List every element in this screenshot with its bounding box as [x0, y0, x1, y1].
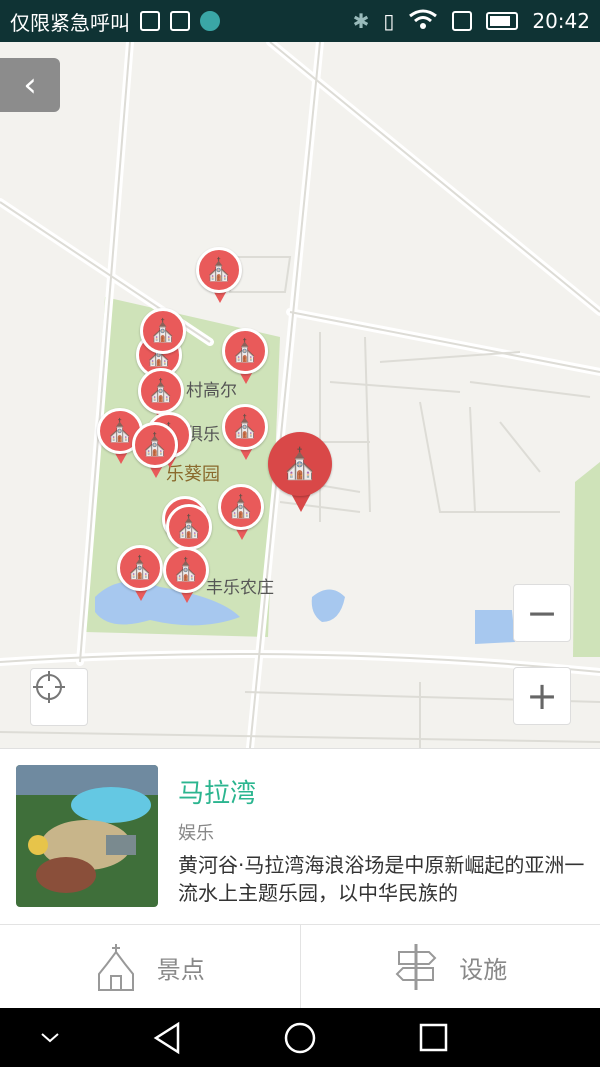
church-icon: ⛪ — [172, 557, 200, 583]
zoom-in-button[interactable]: + — [513, 667, 571, 725]
minus-icon: − — [526, 591, 558, 635]
vibrate-icon: ▯ — [383, 9, 395, 33]
poi-card[interactable]: 马拉湾 娱乐 黄河谷·马拉湾海浪浴场是中原新崛起的亚洲一流水上主题乐园，以中华民… — [0, 748, 600, 925]
church-icon: ⛪ — [231, 414, 259, 440]
church-icon: ⛪ — [141, 432, 169, 458]
clock: 20:42 — [532, 9, 590, 33]
sim-icon — [140, 11, 160, 31]
system-nav-bar — [0, 1008, 600, 1067]
poi-title: 马拉湾 — [178, 779, 257, 809]
tab-attractions-label: 景点 — [156, 955, 205, 984]
back-button[interactable]: ‹ — [0, 58, 60, 112]
carrier-text: 仅限紧急呼叫 — [10, 10, 130, 35]
attraction-pin[interactable]: ⛪ — [218, 484, 266, 544]
plus-icon: + — [526, 674, 558, 718]
image-icon — [170, 11, 190, 31]
crosshair-icon — [33, 671, 65, 703]
church-icon: ⛪ — [231, 338, 259, 364]
attraction-pin[interactable]: ⛪ — [222, 404, 270, 464]
church-icon: ⛪ — [281, 446, 319, 482]
attraction-pin[interactable]: ⛪ — [196, 247, 244, 307]
church-icon: ⛪ — [227, 494, 255, 520]
church-icon: ⛪ — [147, 378, 175, 404]
church-icon: ⛪ — [175, 514, 203, 540]
attraction-pin[interactable]: ⛪ — [117, 545, 165, 605]
chevron-left-icon: ‹ — [23, 65, 37, 105]
bottom-tab-bar: 景点 设施 — [0, 924, 600, 1009]
tab-attractions[interactable]: 景点 — [0, 925, 300, 1009]
church-icon: ⛪ — [106, 418, 134, 444]
tab-facilities[interactable]: 设施 — [299, 925, 600, 1009]
wifi-icon — [408, 8, 438, 35]
map-label: 丰乐农庄 — [206, 578, 274, 598]
sim-status-icon — [452, 11, 473, 31]
selected-attraction-pin[interactable]: ⛪ — [268, 432, 334, 514]
church-icon: ⛪ — [149, 318, 177, 344]
attraction-pin[interactable]: ⛪ — [222, 328, 270, 388]
status-bar: 仅限紧急呼叫 ✱ ▯ 20:42 — [0, 0, 600, 42]
signpost-icon — [395, 944, 437, 990]
home-icon[interactable] — [284, 1022, 316, 1054]
locate-button[interactable] — [30, 668, 88, 726]
recents-icon[interactable] — [419, 1023, 448, 1052]
bluetooth-icon: ✱ — [352, 9, 370, 33]
attraction-pin[interactable]: ⛪ — [163, 547, 211, 607]
poi-description: 黄河谷·马拉湾海浪浴场是中原新崛起的亚洲一流水上主题乐园，以中华民族的 — [178, 853, 585, 905]
zoom-out-button[interactable]: − — [513, 584, 571, 642]
back-icon[interactable] — [153, 1021, 180, 1055]
map-view[interactable]: 村高尔 俱乐 乐葵园 丰乐农庄 ⛪ ⛪ ⛪ ⛪ ⛪ ⛪ ⛪ ⛪ ⛪ ⛪ ⛪ ⛪ … — [0, 42, 600, 748]
battery-icon — [486, 12, 519, 30]
attraction-pin[interactable]: ⛪ — [132, 422, 180, 482]
poi-thumbnail — [16, 765, 158, 907]
collapse-icon[interactable] — [41, 1033, 59, 1043]
church-outline-icon — [97, 944, 134, 991]
poi-category: 娱乐 — [178, 823, 214, 844]
huawei-icon — [200, 11, 220, 31]
church-icon: ⛪ — [126, 555, 154, 581]
church-icon: ⛪ — [205, 257, 233, 283]
tab-facilities-label: 设施 — [459, 955, 508, 984]
